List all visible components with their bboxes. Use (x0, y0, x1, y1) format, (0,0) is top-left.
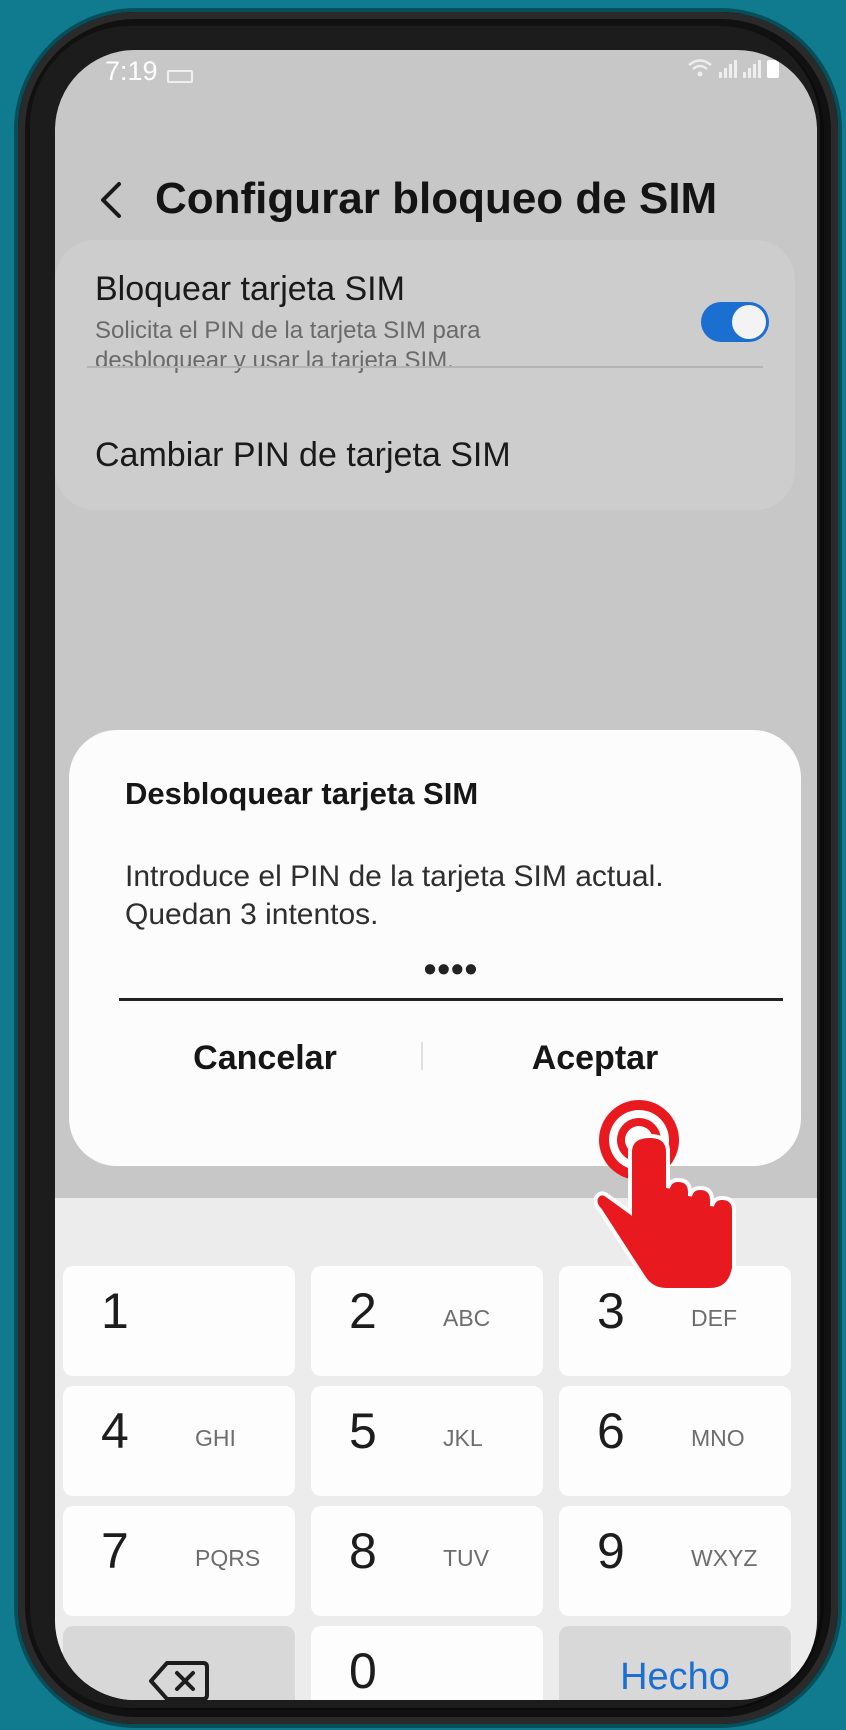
toggle-knob (732, 305, 766, 339)
back-chevron-icon[interactable] (93, 178, 133, 222)
signal-icon-1 (719, 60, 737, 78)
key-2[interactable]: 2 ABC (311, 1266, 543, 1376)
dialog-message-line2: Quedan 3 intentos. (125, 898, 379, 931)
notification-icon (167, 70, 193, 83)
divider (87, 366, 763, 368)
key-letters: GHI (195, 1425, 236, 1451)
key-digit: 5 (349, 1403, 377, 1459)
key-1[interactable]: 1 (63, 1266, 295, 1376)
backspace-key[interactable] (63, 1626, 295, 1700)
key-digit: 2 (349, 1283, 377, 1339)
key-letters: MNO (691, 1425, 745, 1451)
key-8[interactable]: 8 TUV (311, 1506, 543, 1616)
dialog-message: Introduce el PIN de la tarjeta SIM actua… (125, 858, 765, 934)
tap-hand-icon (594, 1100, 736, 1292)
accept-button[interactable]: Aceptar (445, 1028, 745, 1088)
key-6[interactable]: 6 MNO (559, 1386, 791, 1496)
lock-sim-title: Bloquear tarjeta SIM (95, 270, 405, 308)
key-digit: 4 (101, 1403, 129, 1459)
lock-sim-toggle[interactable] (701, 302, 769, 342)
status-icons (687, 58, 779, 78)
signal-icon-2 (743, 60, 761, 78)
key-digit: 8 (349, 1523, 377, 1579)
change-pin-row[interactable]: Cambiar PIN de tarjeta SIM (95, 436, 511, 475)
header: Configurar bloqueo de SIM (55, 160, 817, 240)
key-9[interactable]: 9 WXYZ (559, 1506, 791, 1616)
backspace-icon (149, 1661, 209, 1700)
key-letters: PQRS (195, 1545, 261, 1571)
key-7[interactable]: 7 PQRS (63, 1506, 295, 1616)
key-letters: TUV (443, 1545, 489, 1571)
key-digit: 0 (349, 1643, 377, 1699)
lock-sim-subtitle-line1: Solicita el PIN de la tarjeta SIM para (95, 317, 481, 344)
pin-value: •••• (423, 948, 479, 989)
dialog-message-line1: Introduce el PIN de la tarjeta SIM actua… (125, 860, 664, 893)
page-title: Configurar bloqueo de SIM (155, 174, 718, 223)
key-0[interactable]: 0 (311, 1626, 543, 1700)
key-5[interactable]: 5 JKL (311, 1386, 543, 1496)
dialog-title: Desbloquear tarjeta SIM (125, 776, 479, 811)
key-4[interactable]: 4 GHI (63, 1386, 295, 1496)
battery-icon (767, 60, 779, 78)
status-time: 7:19 (105, 56, 158, 86)
button-separator (421, 1042, 423, 1070)
status-bar: 7:19 (55, 50, 817, 100)
key-letters: JKL (443, 1425, 483, 1451)
key-letters: WXYZ (691, 1545, 758, 1571)
pin-input[interactable]: •••• (119, 930, 783, 1001)
screen: 7:19 Configurar bloqueo de SIM Bloquear … (55, 50, 817, 1700)
done-label: Hecho (620, 1656, 730, 1698)
key-letters: ABC (443, 1305, 491, 1331)
key-digit: 7 (101, 1523, 129, 1579)
cancel-button[interactable]: Cancelar (115, 1028, 415, 1088)
key-digit: 9 (597, 1523, 625, 1579)
done-key[interactable]: Hecho (559, 1626, 791, 1700)
key-digit: 1 (101, 1283, 129, 1339)
wifi-icon (688, 59, 712, 77)
key-digit: 6 (597, 1403, 625, 1459)
lock-sim-subtitle-line2: desbloquear y usar la tarjeta SIM. (95, 347, 454, 374)
